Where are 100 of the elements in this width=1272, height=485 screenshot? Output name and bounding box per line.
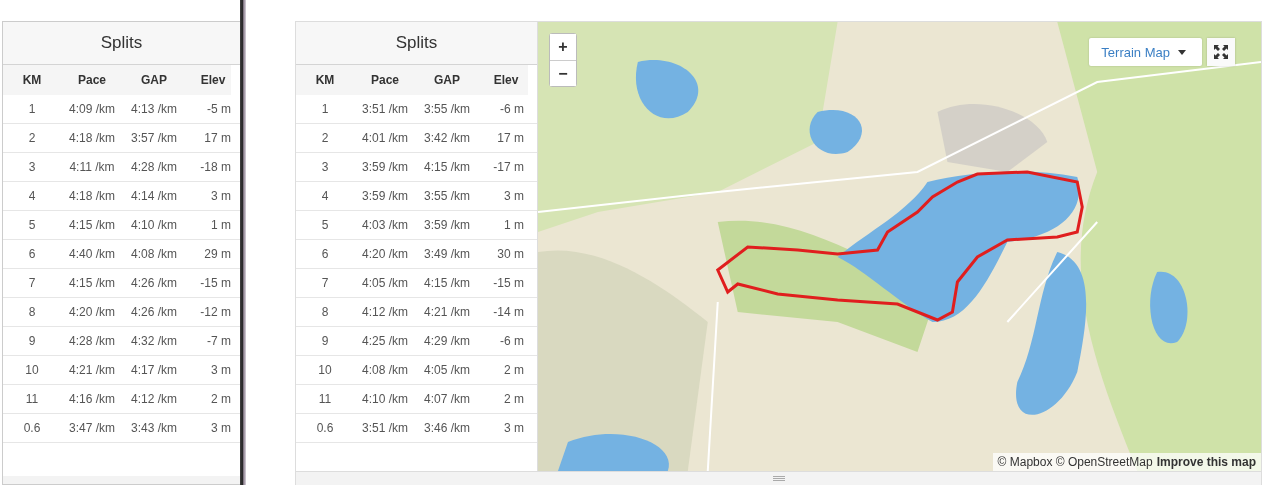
table-cell-text: 4 — [27, 188, 37, 205]
table-cell-text: 3 — [320, 159, 330, 176]
table-cell-text: 10 — [317, 362, 333, 379]
table-cell-text: 4:12 /km — [361, 304, 409, 321]
table-cell-text: 1 m — [210, 217, 232, 234]
table-cell-text: 4:28 /km — [68, 333, 116, 350]
table-cell-text: 4:17 /km — [130, 362, 178, 379]
table-cell-text: -15 m — [199, 275, 232, 292]
table-cell-text: 7 — [27, 275, 37, 292]
zoom-out-button[interactable]: − — [550, 60, 576, 86]
table-cell-text: 3:51 /km — [361, 101, 409, 118]
table-cell-text: 3:51 /km — [361, 420, 409, 437]
table-cell-text: 9 — [27, 333, 37, 350]
table-cell-text: 3 — [27, 159, 37, 176]
table-cell-text: 4:12 /km — [130, 391, 178, 408]
table-cell-text: 0.6 — [315, 420, 335, 437]
panel-title: Splits — [296, 22, 537, 65]
improve-map-link[interactable]: Improve this map — [1156, 455, 1256, 469]
table-cell-text: 4:10 /km — [130, 217, 178, 234]
column-header: Pace — [77, 72, 107, 89]
table-cell-text: -14 m — [492, 304, 525, 321]
table-cell-text: 3:55 /km — [423, 101, 471, 118]
table-cell-text: -5 m — [206, 101, 232, 118]
table-cell-text: 5 — [320, 217, 330, 234]
table-cell-text: 2 m — [503, 362, 525, 379]
table-cell-text: 4:20 /km — [361, 246, 409, 263]
fullscreen-icon — [1213, 44, 1229, 60]
table-cell-text: 3:43 /km — [130, 420, 178, 437]
table-cell-text: 17 m — [203, 130, 232, 147]
table-cell-text: 29 m — [203, 246, 232, 263]
table-cell-text: 4:21 /km — [423, 304, 471, 321]
table-cell-text: 17 m — [496, 130, 525, 147]
column-header: Elev — [492, 72, 520, 89]
table-cell-text: 3:47 /km — [68, 420, 116, 437]
table-cell-text: 4:05 /km — [361, 275, 409, 292]
table-cell-text: 11 — [24, 391, 40, 408]
table-cell-text: 7 — [320, 275, 330, 292]
table-cell-text: 4:15 /km — [423, 275, 471, 292]
table-cell-text: 2 m — [503, 391, 525, 408]
table-cell-text: 3:42 /km — [423, 130, 471, 147]
table-cell-text: 3:49 /km — [423, 246, 471, 263]
table-cell-text: 4:09 /km — [68, 101, 116, 118]
table-cell-text: 4:13 /km — [130, 101, 178, 118]
table-cell-text: 4:21 /km — [68, 362, 116, 379]
table-cell-text: 5 — [27, 217, 37, 234]
table-cell-text: 11 — [317, 391, 333, 408]
table-cell-text: -18 m — [199, 159, 232, 176]
table-cell-text: -6 m — [499, 333, 525, 350]
table-cell-text: 8 — [27, 304, 37, 321]
column-header: Elev — [199, 72, 227, 89]
table-cell-text: 4:16 /km — [68, 391, 116, 408]
table-cell-text: 4:07 /km — [423, 391, 471, 408]
table-cell-text: 8 — [320, 304, 330, 321]
table-cell-text: 4:10 /km — [361, 391, 409, 408]
table-cell-text: 4:14 /km — [130, 188, 178, 205]
column-header: KM — [21, 72, 43, 89]
table-cell-text: 3:59 /km — [361, 188, 409, 205]
table-cell-text: 4:26 /km — [130, 275, 178, 292]
table-cell-text: 4:18 /km — [68, 188, 116, 205]
table-cell-text: 4:08 /km — [130, 246, 178, 263]
table-cell-text: 9 — [320, 333, 330, 350]
table-cell-text: -7 m — [206, 333, 232, 350]
table-cell-text: -15 m — [492, 275, 525, 292]
table-cell-text: 10 — [24, 362, 40, 379]
column-header: GAP — [433, 72, 461, 89]
table-cell-text: 3:59 /km — [423, 217, 471, 234]
table-cell-text: 4:20 /km — [68, 304, 116, 321]
table-cell-text: 3 m — [210, 362, 232, 379]
table-cell-text: -6 m — [499, 101, 525, 118]
layer-dropdown[interactable]: Terrain Map — [1089, 38, 1202, 66]
table-cell-text: 4:32 /km — [130, 333, 178, 350]
table-cell-text: 4 — [320, 188, 330, 205]
table-cell-text: 3 m — [210, 188, 232, 205]
table-cell-text: -17 m — [492, 159, 525, 176]
caret-icon — [1178, 49, 1186, 55]
table-cell-text: 4:18 /km — [68, 130, 116, 147]
panel-title: Splits — [3, 22, 240, 65]
table-cell-text: 3:46 /km — [423, 420, 471, 437]
table-cell-text: 4:28 /km — [130, 159, 178, 176]
table-cell-text: 3 m — [210, 420, 232, 437]
fullscreen-button[interactable] — [1207, 38, 1235, 66]
table-cell-text: 4:11 /km — [68, 159, 116, 176]
table-cell-text: 3 m — [503, 188, 525, 205]
table-cell-text: 4:25 /km — [361, 333, 409, 350]
attribution-text: © Mapbox © OpenStreetMap — [997, 455, 1153, 469]
table-cell-text: -12 m — [199, 304, 232, 321]
table-cell-text: 4:03 /km — [361, 217, 409, 234]
table-cell-text: 3:57 /km — [130, 130, 178, 147]
table-cell-text: 1 — [27, 101, 37, 118]
table-cell-text: 0.6 — [22, 420, 42, 437]
table-cell-text: 3:55 /km — [423, 188, 471, 205]
column-header: Pace — [370, 72, 400, 89]
table-cell-text: 1 m — [503, 217, 525, 234]
table-cell-text: 6 — [27, 246, 37, 263]
table-cell-text: 4:05 /km — [423, 362, 471, 379]
table-cell-text: 4:08 /km — [361, 362, 409, 379]
grip-icon[interactable] — [772, 476, 785, 481]
table-cell-text: 3 m — [503, 420, 525, 437]
table-cell-text: 6 — [320, 246, 330, 263]
table-cell-text: 3:59 /km — [361, 159, 409, 176]
